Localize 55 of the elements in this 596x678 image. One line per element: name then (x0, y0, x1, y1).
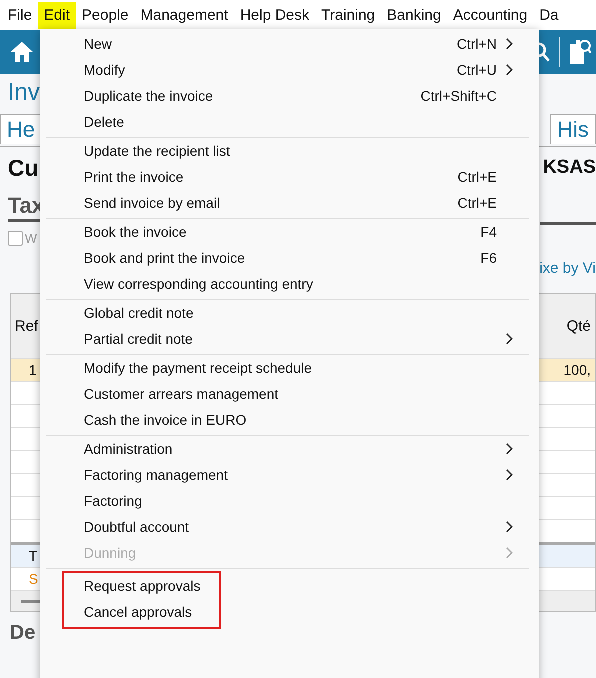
page-title: Inv (8, 79, 40, 107)
chevron-icon (506, 469, 513, 481)
checkbox[interactable] (8, 230, 23, 246)
customer-heading: Cu (8, 154, 39, 182)
chevron-icon (506, 547, 513, 559)
menu-item[interactable]: Accounting (447, 2, 534, 28)
document-search-icon[interactable] (568, 38, 592, 66)
table-cell: 1 (29, 362, 37, 378)
column-header: Ref (15, 318, 38, 334)
chevron-icon (506, 38, 513, 50)
link[interactable]: ixe by Vi (540, 260, 596, 276)
menu-item[interactable]: Training (316, 2, 382, 28)
menu-item[interactable]: Banking (381, 2, 448, 28)
menu-item[interactable]: Edit (38, 2, 76, 28)
menu-item[interactable]: Help Desk (234, 2, 316, 28)
home-icon[interactable] (10, 41, 34, 63)
menu-item[interactable]: Book and print the invoice F6 (46, 245, 529, 271)
menu-item[interactable]: Request approvals (64, 573, 219, 599)
menu-item[interactable]: People (76, 2, 135, 28)
search-icon[interactable] (537, 41, 551, 63)
menu-item[interactable]: Administration (46, 436, 529, 462)
customer-heading: KSAS (543, 157, 596, 179)
menu-item[interactable]: Factoring management (46, 462, 529, 488)
menu-item[interactable]: Delete (46, 109, 529, 135)
chevron-icon (506, 443, 513, 455)
menu-item[interactable]: Send invoice by email Ctrl+E (46, 190, 529, 216)
menu-item[interactable]: Cancel approvals (64, 599, 219, 625)
tab[interactable]: He (0, 114, 42, 144)
menu-item[interactable]: Partial credit note (46, 326, 529, 352)
menu-item[interactable]: New Ctrl+N (46, 31, 529, 57)
menu-item[interactable]: Management (134, 2, 234, 28)
chevron-icon (506, 333, 513, 345)
menu-item[interactable]: File (2, 2, 38, 28)
table-cell: S (29, 571, 38, 587)
menu-item[interactable]: Update the recipient list (46, 138, 529, 164)
chevron-icon (506, 521, 513, 533)
menu-item[interactable]: Da (534, 2, 565, 28)
section-tab[interactable]: De (10, 622, 36, 644)
table-cell: 100, (564, 362, 591, 378)
menu-item[interactable]: Print the invoice Ctrl+E (46, 164, 529, 190)
menu-item[interactable]: Book the invoice F4 (46, 219, 529, 245)
tab[interactable]: His (550, 114, 596, 144)
menu-item[interactable]: Customer arrears management (46, 381, 529, 407)
menu-item[interactable]: View corresponding accounting entry (46, 271, 529, 297)
menu-item[interactable]: Doubtful account (46, 514, 529, 540)
chevron-icon (506, 64, 513, 76)
menu-item[interactable]: Global credit note (46, 300, 529, 326)
menu-item[interactable]: Factoring (46, 488, 529, 514)
menu-item[interactable]: Modify the payment receipt schedule (46, 355, 529, 381)
checkbox-label: W (25, 230, 38, 246)
column-header: Qté (566, 318, 591, 334)
menu-item[interactable]: Duplicate the invoice Ctrl+Shift+C (46, 83, 529, 109)
table-cell: T (29, 548, 38, 564)
menu-item[interactable]: Cash the invoice in EURO (46, 407, 529, 433)
menu-item[interactable]: Modify Ctrl+U (46, 57, 529, 83)
